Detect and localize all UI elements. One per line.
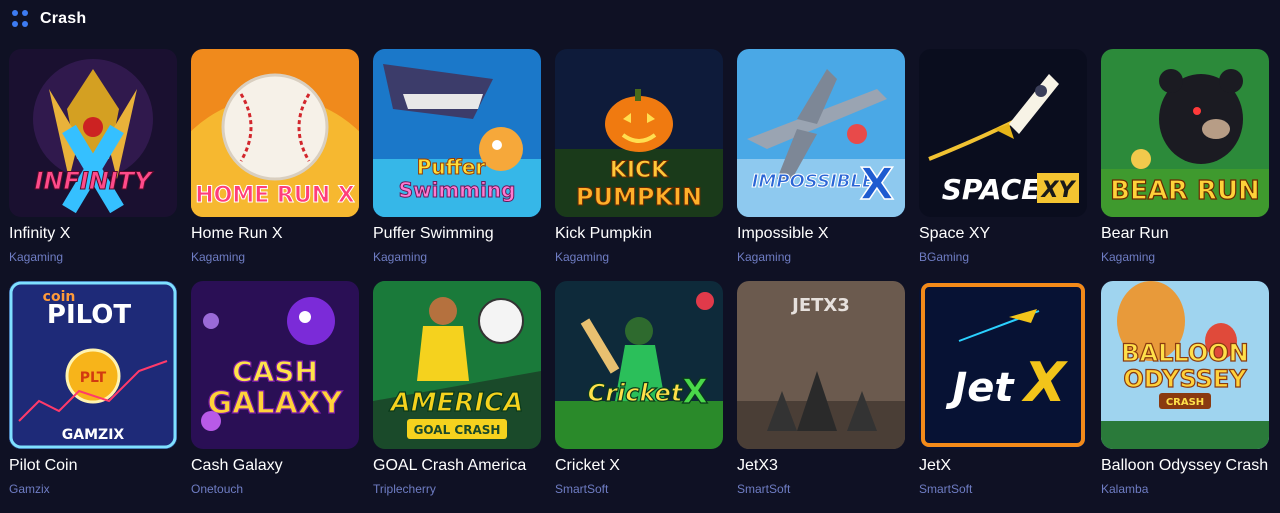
thumbnail-art-text: BEAR RUN (1110, 176, 1260, 206)
game-thumbnail[interactable]: JETX3 (737, 281, 905, 449)
thumbnail-art-text: X (860, 159, 894, 210)
game-name[interactable]: Balloon Odyssey Crash (1101, 457, 1269, 475)
thumbnail-art-text: INFINITY (34, 167, 154, 195)
game-name[interactable]: Impossible X (737, 225, 917, 243)
grid-dots-icon (12, 10, 30, 28)
game-thumbnail[interactable]: Jet X (919, 281, 1087, 449)
game-provider[interactable]: SmartSoft (555, 482, 608, 496)
thumbnail-art-text: ODYSSEY (1123, 365, 1247, 393)
game-provider[interactable]: Gamzix (9, 482, 50, 496)
section-header: Crash (12, 9, 86, 29)
game-name[interactable]: Cash Galaxy (191, 457, 371, 475)
game-thumbnail[interactable]: Puffer Swimming (373, 49, 541, 217)
thumbnail-art-text: Jet (945, 365, 1015, 411)
game-name[interactable]: Home Run X (191, 225, 371, 243)
game-provider[interactable]: Onetouch (191, 482, 243, 496)
thumbnail-art-text: GOAL CRASH (414, 423, 501, 437)
game-name[interactable]: Infinity X (9, 225, 189, 243)
game-thumbnail[interactable]: Cricket X (555, 281, 723, 449)
game-name[interactable]: JetX3 (737, 457, 917, 475)
game-provider[interactable]: Kalamba (1101, 482, 1148, 496)
thumbnail-art-text: GAMZIX (62, 427, 125, 443)
section-title: Crash (40, 10, 87, 27)
thumbnail-art-text: Puffer (417, 155, 486, 179)
game-card-cricket-x[interactable]: Cricket X Cricket X SmartSoft (555, 281, 723, 509)
thumbnail-art-text: PUMPKIN (576, 183, 702, 211)
game-card-cash-galaxy[interactable]: CASH GALAXY Cash Galaxy Onetouch (191, 281, 359, 509)
thumbnail-art-text: X (1021, 351, 1068, 414)
games-row: INFINITY Infinity X Kagaming HOME RUN X … (9, 49, 1271, 281)
game-thumbnail[interactable]: KICK PUMPKIN (555, 49, 723, 217)
game-card-impossible-x[interactable]: IMPOSSIBLE X Impossible X Kagaming (737, 49, 905, 277)
game-provider[interactable]: Kagaming (191, 250, 245, 264)
game-provider[interactable]: Kagaming (9, 250, 63, 264)
game-thumbnail[interactable]: IMPOSSIBLE X (737, 49, 905, 217)
thumbnail-art-text: JETX3 (790, 295, 850, 316)
game-card-space-xy[interactable]: SPACE XY Space XY BGaming (919, 49, 1087, 277)
game-provider[interactable]: Kagaming (555, 250, 609, 264)
game-name[interactable]: Cricket X (555, 457, 735, 475)
game-name[interactable]: Pilot Coin (9, 457, 189, 475)
game-name[interactable]: Space XY (919, 225, 1099, 243)
game-thumbnail[interactable]: BALLOON ODYSSEY CRASH (1101, 281, 1269, 449)
game-provider[interactable]: Triplecherry (373, 482, 436, 496)
game-provider[interactable]: Kagaming (1101, 250, 1155, 264)
thumbnail-art-text: Swimming (399, 178, 516, 202)
thumbnail-art-text: GALAXY (207, 386, 343, 421)
game-provider[interactable]: BGaming (919, 250, 969, 264)
game-name[interactable]: JetX (919, 457, 1099, 475)
game-name[interactable]: GOAL Crash America (373, 457, 553, 475)
thumbnail-art-text: Cricket (588, 379, 684, 407)
game-thumbnail[interactable]: HOME RUN X (191, 49, 359, 217)
game-card-jetx[interactable]: Jet X JetX SmartSoft (919, 281, 1087, 509)
thumbnail-art-text: PILOT (47, 300, 131, 330)
game-card-infinity-x[interactable]: INFINITY Infinity X Kagaming (9, 49, 177, 277)
game-card-balloon-odyssey-crash[interactable]: BALLOON ODYSSEY CRASH Balloon Odyssey Cr… (1101, 281, 1269, 509)
game-provider[interactable]: Kagaming (373, 250, 427, 264)
thumbnail-art-text: KICK (610, 158, 669, 183)
game-provider[interactable]: SmartSoft (919, 482, 972, 496)
game-card-goal-crash-america[interactable]: AMERICA GOAL CRASH GOAL Crash America Tr… (373, 281, 541, 509)
game-name[interactable]: Puffer Swimming (373, 225, 553, 243)
game-thumbnail[interactable]: AMERICA GOAL CRASH (373, 281, 541, 449)
thumbnail-art-text: PLT (80, 370, 107, 386)
thumbnail-art-text: CASH (232, 355, 318, 388)
thumbnail-art-text: CRASH (1166, 397, 1204, 408)
thumbnail-art-text: BALLOON (1121, 339, 1249, 367)
game-thumbnail[interactable]: SPACE XY (919, 49, 1087, 217)
game-card-pilot-coin[interactable]: coin PILOT PLT GAMZIX Pilot Coin Gamzix (9, 281, 177, 509)
game-card-jetx3[interactable]: JETX3 JetX3 SmartSoft (737, 281, 905, 509)
thumbnail-art-text: AMERICA (389, 388, 524, 418)
game-thumbnail[interactable]: coin PILOT PLT GAMZIX (9, 281, 177, 449)
game-name[interactable]: Bear Run (1101, 225, 1280, 243)
game-thumbnail[interactable]: CASH GALAXY (191, 281, 359, 449)
game-name[interactable]: Kick Pumpkin (555, 225, 735, 243)
game-provider[interactable]: Kagaming (737, 250, 791, 264)
game-thumbnail[interactable]: INFINITY (9, 49, 177, 217)
games-row: coin PILOT PLT GAMZIX Pilot Coin Gamzix (9, 281, 1271, 513)
game-card-home-run-x[interactable]: HOME RUN X Home Run X Kagaming (191, 49, 359, 277)
thumbnail-art-text: SPACE (942, 173, 1041, 206)
thumbnail-art-text: XY (1040, 178, 1077, 203)
thumbnail-art-text: X (682, 372, 708, 412)
games-grid: INFINITY Infinity X Kagaming HOME RUN X … (9, 49, 1271, 513)
game-card-bear-run[interactable]: BEAR RUN Bear Run Kagaming (1101, 49, 1269, 277)
thumbnail-art-text: HOME RUN X (195, 183, 355, 208)
game-provider[interactable]: SmartSoft (737, 482, 790, 496)
game-thumbnail[interactable]: BEAR RUN (1101, 49, 1269, 217)
game-card-kick-pumpkin[interactable]: KICK PUMPKIN Kick Pumpkin Kagaming (555, 49, 723, 277)
thumbnail-art-text: IMPOSSIBLE (752, 171, 875, 192)
game-card-puffer-swimming[interactable]: Puffer Swimming Puffer Swimming Kagaming (373, 49, 541, 277)
